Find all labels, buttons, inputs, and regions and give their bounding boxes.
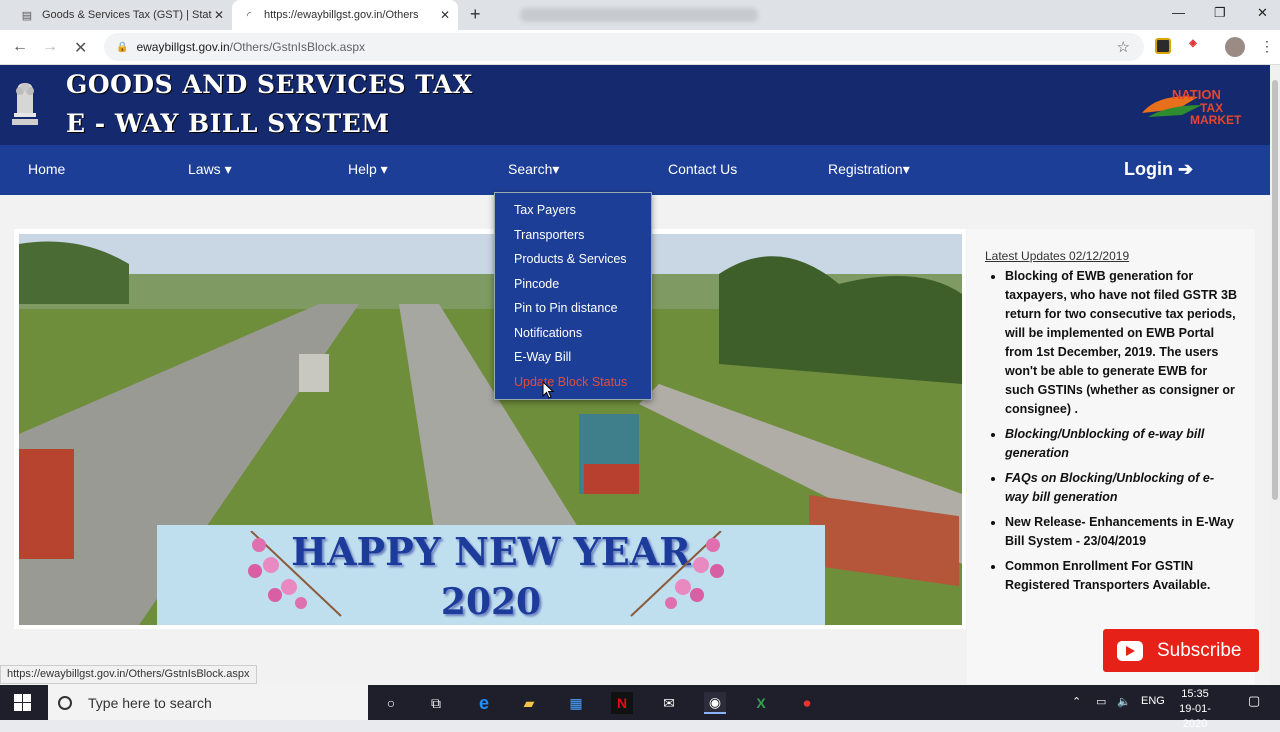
restore-button[interactable]: ❐ [1214,5,1226,21]
profile-avatar[interactable] [1225,37,1245,57]
system-clock[interactable]: 15:35 19-01-2020 [1170,687,1220,732]
stop-button[interactable]: ✕ [74,38,87,58]
new-tab-button[interactable]: + [470,4,481,25]
browser-tab-gst[interactable]: ▤ Goods & Services Tax (GST) | Stat ✕ [10,0,232,30]
taskbar-search-placeholder: Type here to search [88,694,212,711]
forward-button[interactable]: → [42,38,58,56]
menu-item-e-way-bill[interactable]: E-Way Bill [514,350,571,364]
lock-icon: 🔒 [116,41,129,53]
site-title-line1: GOODS AND SERVICES TAX [66,70,473,99]
nation-tax-market-logo: NATION TAX MARKET [1142,87,1242,125]
close-tab-icon[interactable]: ✕ [214,8,224,22]
windows-taskbar: Type here to search ○ ⧉ e ▰ ▦ N ✉ ◉ X ⏺ … [0,685,1280,730]
status-bar-url: https://ewaybillgst.gov.in/Others/GstnIs… [0,665,257,684]
national-emblem-icon [12,83,38,125]
login-button[interactable]: Login ➔ [1124,159,1193,180]
browser-toolbar: ← → ✕ 🔒 ewaybillgst.gov.in/Others/GstnIs… [0,30,1280,65]
update-item-blocking-ewb[interactable]: Blocking of EWB generation for taxpayers… [1005,267,1237,419]
tab-title: https://ewaybillgst.gov.in/Others [264,9,419,21]
clock-time: 15:35 [1181,688,1209,700]
menu-item-pin-to-pin-distance[interactable]: Pin to Pin distance [514,301,618,315]
close-tab-icon[interactable]: ✕ [440,8,450,22]
update-item-faqs[interactable]: FAQs on Blocking/Unblocking of e-way bil… [1005,469,1237,507]
mouse-cursor-icon [542,381,554,399]
extension-shield-icon[interactable]: ◈ [1185,38,1201,54]
update-item-new-release[interactable]: New Release- Enhancements in E-Way Bill … [1005,513,1237,551]
menu-item-notifications[interactable]: Notifications [514,326,582,340]
extension-icon[interactable] [1155,38,1171,54]
notifications-icon[interactable]: ▢ [1248,693,1260,709]
volume-icon[interactable]: 🔈 [1117,695,1131,708]
gst-favicon-icon: ▤ [21,9,33,22]
url-domain: ewaybillgst.gov.in [136,40,230,54]
flower-right-icon [630,531,724,617]
minimize-button[interactable]: — [1172,5,1185,20]
menu-kebab-icon[interactable]: ⋮ [1260,38,1274,55]
mail-icon[interactable]: ✉ [658,692,680,714]
svg-text:NATION: NATION [1172,87,1221,102]
nav-contact-us[interactable]: Contact Us [668,161,737,177]
windows-start-icon[interactable] [14,694,31,711]
url-path: /Others/GstnIsBlock.aspx [229,40,366,54]
language-indicator[interactable]: ENG [1141,695,1165,707]
new-year-banner: HAPPY NEW YEAR 2020 [157,525,825,625]
screen-recorder-icon[interactable]: ⏺ [796,692,818,714]
scrollbar-thumb[interactable] [1272,80,1278,500]
latest-updates-heading[interactable]: Latest Updates 02/12/2019 [985,249,1129,263]
back-button[interactable]: ← [12,38,28,56]
show-hidden-icons-icon[interactable]: ⌃ [1072,695,1081,708]
svg-text:MARKET: MARKET [1190,113,1242,125]
close-window-button[interactable]: ✕ [1257,5,1268,21]
nav-home[interactable]: Home [28,161,65,177]
menu-item-update-block-status[interactable]: Update Block Status [514,375,627,389]
latest-updates-panel: Latest Updates 02/12/2019 Blocking of EW… [967,229,1255,684]
nav-laws[interactable]: Laws ▾ [188,161,232,178]
cortana-icon[interactable]: ○ [380,692,402,714]
loading-spinner-icon: ◜ [246,9,252,22]
nav-help[interactable]: Help ▾ [348,161,388,178]
menu-item-pincode[interactable]: Pincode [514,277,559,291]
youtube-play-icon [1117,640,1143,661]
clock-date: 19-01-2020 [1179,703,1211,730]
bookmark-star-icon[interactable]: ☆ [1117,38,1130,56]
browser-tab-ewaybill[interactable]: ◜ https://ewaybillgst.gov.in/Others ✕ [232,0,458,30]
subscribe-button[interactable]: Subscribe [1103,629,1259,672]
tab-title: Goods & Services Tax (GST) | Stat [42,9,212,21]
nav-search[interactable]: Search▾ [508,161,559,178]
updates-list: Blocking of EWB generation for taxpayers… [1005,267,1237,601]
search-icon [58,695,72,710]
store-icon[interactable]: ▦ [565,692,587,714]
menu-item-tax-payers[interactable]: Tax Payers [514,203,576,217]
edge-icon[interactable]: e [473,692,495,714]
menu-item-products-services[interactable]: Products & Services [514,252,627,266]
nav-registration[interactable]: Registration▾ [828,161,910,178]
webpage: GOODS AND SERVICES TAX E - WAY BILL SYST… [0,65,1270,685]
update-item-common-enrollment[interactable]: Common Enrollment For GSTIN Registered T… [1005,557,1237,595]
chrome-icon[interactable]: ◉ [704,692,726,714]
blurred-region [520,8,758,22]
subscribe-label: Subscribe [1157,639,1242,661]
browser-tab-bar: ▤ Goods & Services Tax (GST) | Stat ✕ ◜ … [0,0,1280,30]
address-bar[interactable]: 🔒 ewaybillgst.gov.in/Others/GstnIsBlock.… [104,33,1144,61]
taskbar-search-box[interactable]: Type here to search [48,685,368,720]
update-item-blocking-unblocking[interactable]: Blocking/Unblocking of e-way bill genera… [1005,425,1237,463]
netflix-icon[interactable]: N [611,692,633,714]
main-nav: Home Laws ▾ Help ▾ Search▾ Contact Us Re… [0,145,1270,195]
file-explorer-icon[interactable]: ▰ [518,692,540,714]
site-header: GOODS AND SERVICES TAX E - WAY BILL SYST… [0,65,1270,145]
menu-item-transporters[interactable]: Transporters [514,228,584,242]
excel-icon[interactable]: X [750,692,772,714]
task-view-icon[interactable]: ⧉ [425,692,447,714]
site-title-line2: E - WAY BILL SYSTEM [66,109,390,138]
search-dropdown-menu: Tax Payers Transporters Products & Servi… [494,192,652,400]
battery-icon[interactable]: ▭ [1096,695,1106,708]
